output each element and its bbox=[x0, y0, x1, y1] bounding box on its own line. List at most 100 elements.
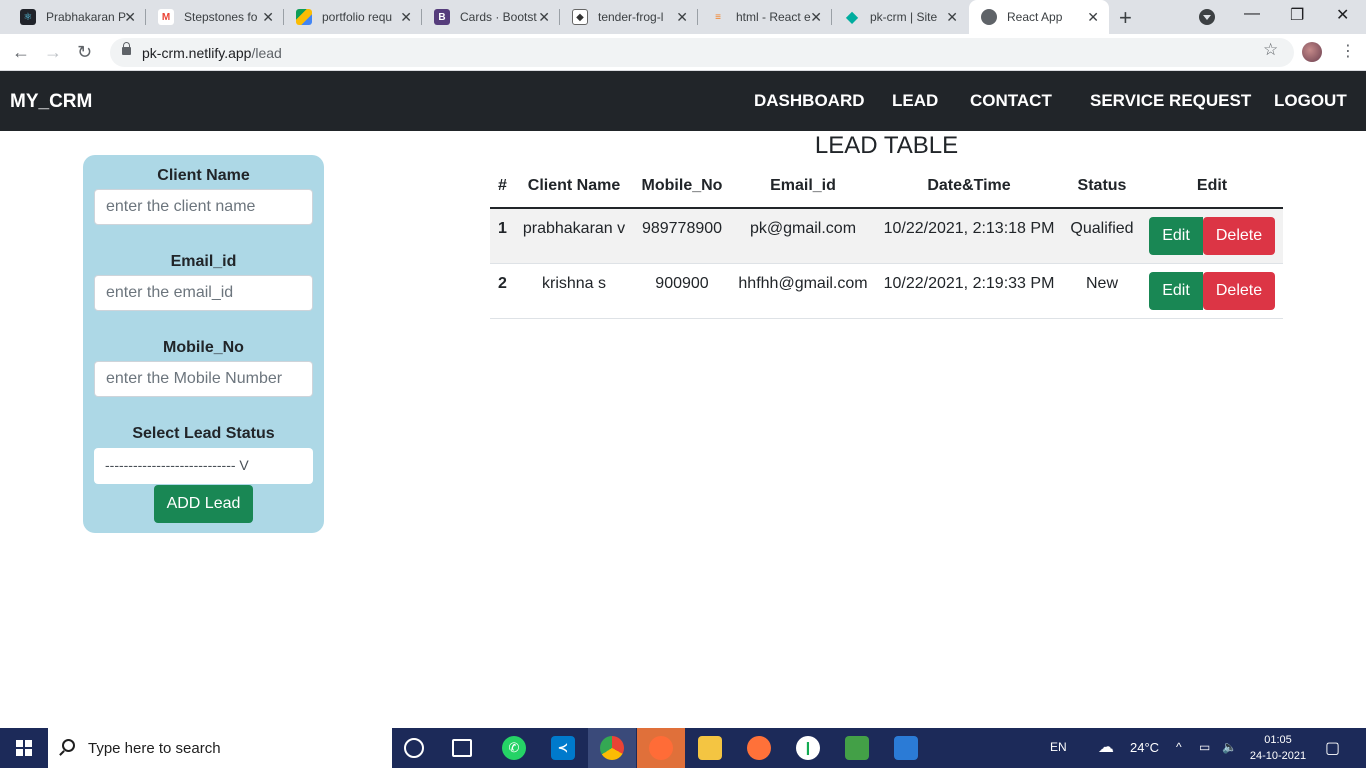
browser-tab-active[interactable]: React App ✕ bbox=[969, 0, 1109, 34]
address-bar[interactable]: pk-crm.netlify.app/lead bbox=[110, 38, 1294, 67]
client-name-input[interactable] bbox=[94, 189, 313, 225]
new-tab-icon[interactable]: + bbox=[1119, 5, 1132, 31]
react-icon: ⚛ bbox=[20, 9, 36, 25]
browser-tab-strip: ⚛ Prabhakaran P ✕ M Stepstones fo ✕ port… bbox=[0, 0, 1366, 34]
postman-taskbar-button[interactable] bbox=[637, 728, 685, 768]
tab-label: html - React e bbox=[736, 10, 811, 24]
tab-label: pk-crm | Site bbox=[870, 10, 938, 24]
clock-date: 24-10-2021 bbox=[1249, 750, 1307, 762]
clock-time: 01:05 bbox=[1264, 734, 1292, 746]
browser-toolbar: ← → ↻ pk-crm.netlify.app/lead ☆ ⋮ bbox=[0, 34, 1366, 71]
browser-tab[interactable]: ◆ tender-frog-l ✕ bbox=[560, 0, 698, 34]
edit-button[interactable]: Edit bbox=[1149, 217, 1203, 255]
row-number: 2 bbox=[490, 263, 515, 319]
language-indicator[interactable]: EN bbox=[1050, 740, 1067, 754]
browser-tab[interactable]: ≡ html - React e ✕ bbox=[698, 0, 832, 34]
photos-icon[interactable] bbox=[894, 736, 918, 760]
actions-cell: Edit Delete bbox=[1141, 208, 1283, 264]
minimize-icon[interactable]: — bbox=[1244, 5, 1260, 23]
client-name-cell: krishna s bbox=[515, 263, 633, 319]
chrome-icon bbox=[600, 736, 624, 760]
datetime-cell: 10/22/2021, 2:13:18 PM bbox=[875, 208, 1063, 264]
notifications-icon[interactable]: ▢ bbox=[1325, 738, 1340, 758]
lead-status-label: Select Lead Status bbox=[132, 425, 275, 442]
close-icon[interactable]: ✕ bbox=[124, 9, 136, 25]
window-close-icon[interactable]: ✕ bbox=[1336, 5, 1349, 25]
browser-tab[interactable]: ◆ pk-crm | Site ✕ bbox=[832, 0, 968, 34]
close-icon[interactable]: ✕ bbox=[810, 9, 822, 25]
column-header: Email_id bbox=[731, 165, 875, 209]
tab-label: Prabhakaran P bbox=[46, 10, 127, 24]
table-row: 2 krishna s 900900 hhfhh@gmail.com 10/22… bbox=[490, 263, 1283, 319]
cube-app-icon[interactable] bbox=[845, 736, 869, 760]
close-icon[interactable]: ✕ bbox=[538, 9, 550, 25]
close-icon[interactable]: ✕ bbox=[262, 9, 274, 25]
column-header: Date&Time bbox=[875, 165, 1063, 209]
url-host: pk-crm.netlify.app bbox=[142, 45, 252, 61]
whatsapp-icon[interactable]: ✆ bbox=[502, 736, 526, 760]
volume-icon[interactable]: 🔈 bbox=[1222, 740, 1237, 754]
nav-link-service-request[interactable]: SERVICE REQUEST bbox=[1090, 91, 1251, 111]
add-lead-button[interactable]: ADD Lead bbox=[154, 485, 253, 523]
gmail-icon: M bbox=[158, 9, 174, 25]
edit-button[interactable]: Edit bbox=[1149, 271, 1203, 310]
url-text: pk-crm.netlify.app/lead bbox=[142, 45, 282, 61]
status-cell: Qualified bbox=[1063, 208, 1141, 264]
temperature-text[interactable]: 24°C bbox=[1130, 740, 1159, 755]
mongodb-icon[interactable]: ❙ bbox=[796, 736, 820, 760]
nav-link-logout[interactable]: LOGOUT bbox=[1274, 91, 1347, 111]
tab-label: Cards · Bootst bbox=[460, 10, 537, 24]
restore-icon[interactable]: ❐ bbox=[1290, 5, 1304, 25]
battery-icon[interactable]: ▭ bbox=[1199, 740, 1210, 754]
browser-tab[interactable]: portfolio requ ✕ bbox=[284, 0, 422, 34]
globe-icon bbox=[981, 9, 997, 25]
email-input[interactable] bbox=[94, 275, 313, 311]
delete-button[interactable]: Delete bbox=[1203, 271, 1275, 310]
brand-logo[interactable]: MY_CRM bbox=[10, 91, 92, 113]
taskbar-clock[interactable]: 01:05 24-10-2021 bbox=[1248, 732, 1308, 764]
task-view-icon[interactable] bbox=[452, 739, 472, 757]
taskbar-search[interactable]: Type here to search bbox=[48, 728, 392, 768]
taskbar-search-text: Type here to search bbox=[88, 740, 221, 757]
close-icon[interactable]: ✕ bbox=[400, 9, 412, 25]
postman-icon bbox=[649, 736, 673, 760]
netlify-icon: ◆ bbox=[845, 9, 859, 26]
cortana-icon[interactable] bbox=[404, 738, 424, 758]
nav-link-dashboard[interactable]: DASHBOARD bbox=[754, 91, 865, 111]
bookmark-star-icon[interactable]: ☆ bbox=[1263, 40, 1278, 60]
browser-tab[interactable]: B Cards · Bootst ✕ bbox=[422, 0, 560, 34]
vscode-icon[interactable]: ≺ bbox=[551, 736, 575, 760]
file-explorer-icon[interactable] bbox=[698, 736, 722, 760]
mobile-input[interactable] bbox=[94, 361, 313, 397]
forward-icon[interactable]: → bbox=[44, 42, 62, 62]
reload-icon[interactable]: ↻ bbox=[77, 42, 92, 62]
weather-icon[interactable]: ☁ bbox=[1098, 737, 1114, 757]
tab-label: portfolio requ bbox=[322, 10, 393, 24]
nav-link-lead[interactable]: LEAD bbox=[892, 91, 938, 111]
lead-table: # Client Name Mobile_No Email_id Date&Ti… bbox=[490, 165, 1283, 319]
browser-tab[interactable]: M Stepstones fo ✕ bbox=[146, 0, 284, 34]
menu-kebab-icon[interactable]: ⋮ bbox=[1340, 42, 1356, 62]
close-icon[interactable]: ✕ bbox=[1087, 9, 1099, 25]
delete-button[interactable]: Delete bbox=[1203, 217, 1275, 255]
tab-label: React App bbox=[1007, 10, 1063, 24]
lead-status-select[interactable]: ---------------------------- V bbox=[94, 448, 313, 484]
windows-start-icon[interactable] bbox=[16, 740, 32, 756]
url-path: /lead bbox=[251, 45, 282, 61]
tab-search-icon[interactable] bbox=[1199, 9, 1215, 25]
close-icon[interactable]: ✕ bbox=[946, 9, 958, 25]
tray-chevron-icon[interactable]: ^ bbox=[1176, 740, 1182, 754]
drive-icon bbox=[296, 9, 312, 25]
email-cell: pk@gmail.com bbox=[731, 208, 875, 264]
close-icon[interactable]: ✕ bbox=[676, 9, 688, 25]
datetime-cell: 10/22/2021, 2:19:33 PM bbox=[875, 263, 1063, 319]
firefox-icon[interactable] bbox=[747, 736, 771, 760]
nav-link-contact[interactable]: CONTACT bbox=[970, 91, 1052, 111]
chrome-taskbar-button[interactable] bbox=[588, 728, 636, 768]
browser-tab[interactable]: ⚛ Prabhakaran P ✕ bbox=[8, 0, 146, 34]
profile-avatar[interactable] bbox=[1302, 42, 1322, 62]
column-header: Edit bbox=[1141, 165, 1283, 209]
table-header-row: # Client Name Mobile_No Email_id Date&Ti… bbox=[490, 165, 1283, 209]
back-icon[interactable]: ← bbox=[12, 42, 30, 62]
tab-label: Stepstones fo bbox=[184, 10, 258, 24]
